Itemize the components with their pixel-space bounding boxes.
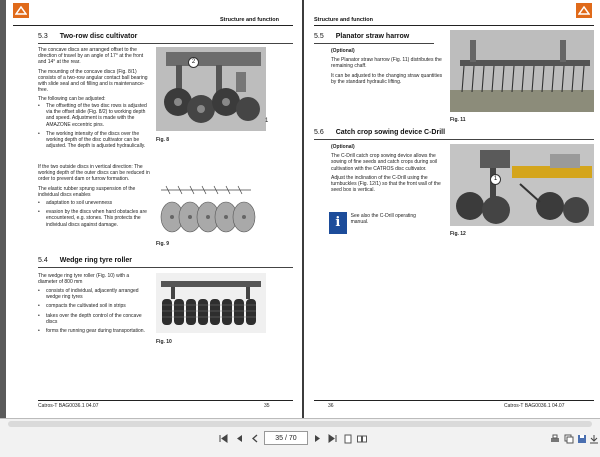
page-number-input[interactable]: 35 / 70 xyxy=(264,431,308,445)
section-number: 5.3 xyxy=(38,33,48,40)
paragraph: The C-Drill catch crop sowing device all… xyxy=(331,153,438,172)
document-page-left: Structure and function 5.3 Two-row disc … xyxy=(6,0,302,418)
section-heading: 5.3 Two-row disc cultivator xyxy=(38,33,137,40)
section-title: Wedge ring tyre roller xyxy=(59,257,132,264)
figure-c-drill: 1 xyxy=(450,144,594,226)
paragraph: It can be adjusted to the changing straw… xyxy=(331,72,443,85)
footer-page-number: 35 xyxy=(264,403,270,409)
section-number: 5.5 xyxy=(314,33,324,40)
figure-caption: Fig. 11 xyxy=(450,117,466,123)
list-item: The offsetting of the two disc rows is a… xyxy=(38,103,150,128)
list-item: compacts the cultivated soil in strips xyxy=(38,303,148,309)
prev-page-icon[interactable] xyxy=(233,432,246,445)
paragraph: The mounting of the concave discs (Fig. … xyxy=(38,68,148,94)
figure-disc-cultivator: 2 xyxy=(156,47,266,131)
download-icon[interactable] xyxy=(587,432,600,445)
section-rule xyxy=(38,43,293,44)
figure-wedge-ring-roller xyxy=(156,273,266,333)
section-heading: 5.4 Wedge ring tyre roller xyxy=(38,257,132,264)
figure-caption: Fig. 12 xyxy=(450,231,466,237)
bullet-list: consists of individual, adjacently arran… xyxy=(38,288,148,337)
info-note: i See also the C-Drill operating manual. xyxy=(329,212,425,236)
list-item: evasion by the discs when hard obstacles… xyxy=(38,209,150,228)
optional-label: (Optional) xyxy=(331,144,355,150)
footer-rule xyxy=(38,400,293,401)
section-heading: 5.5 Planator straw harrow xyxy=(314,33,409,40)
section-title: Catch crop sowing device C-Drill xyxy=(335,129,446,136)
page-header-title: Structure and function xyxy=(314,17,373,23)
paragraph: If the two outside discs in vertical dir… xyxy=(38,164,150,183)
header-rule xyxy=(314,25,594,26)
figure-caption: Fig. 8 xyxy=(156,137,170,143)
body-text: The wedge ring tyre roller (Fig. 10) wit… xyxy=(38,273,148,288)
list-item: forms the running gear during transporta… xyxy=(38,328,148,334)
optional-label: (Optional) xyxy=(331,48,355,54)
body-text: If the two outside discs in vertical dir… xyxy=(38,164,150,201)
paragraph: The elastic rubber sprung suspension of … xyxy=(38,185,136,198)
document-page-right: Structure and function 5.5 Planator stra… xyxy=(304,0,600,418)
horizontal-scrollbar[interactable] xyxy=(8,421,592,427)
print-icon[interactable] xyxy=(548,432,561,445)
section-number: 5.4 xyxy=(38,257,48,264)
figure-caption: Fig. 10 xyxy=(156,339,172,345)
last-page-icon[interactable] xyxy=(326,432,339,445)
paragraph: The following can be adjusted: xyxy=(38,96,106,103)
amazone-logo xyxy=(13,3,29,18)
single-page-icon[interactable] xyxy=(341,432,354,445)
body-text: The concave discs are arranged offset to… xyxy=(38,47,150,106)
page-header-title: Structure and function xyxy=(220,17,279,23)
section-title: Planator straw harrow xyxy=(335,33,410,40)
list-item: consists of individual, adjacently arran… xyxy=(38,288,148,300)
amazone-logo xyxy=(576,3,592,18)
paragraph: The wedge ring tyre roller (Fig. 10) wit… xyxy=(38,273,130,286)
info-icon: i xyxy=(329,212,347,234)
copy-icon[interactable] xyxy=(562,432,575,445)
list-item: adaptation to soil unevenness xyxy=(38,200,150,206)
figure-straw-harrow xyxy=(450,30,594,112)
section-number: 5.6 xyxy=(314,129,324,136)
paragraph: The Planator straw harrow (Fig. 11) dist… xyxy=(331,57,442,70)
next-page-icon[interactable] xyxy=(311,432,324,445)
figure-caption: Fig. 9 xyxy=(156,241,170,247)
list-item: The working intensity of the discs over … xyxy=(38,131,150,150)
footer-page-number: 36 xyxy=(328,403,334,409)
section-rule xyxy=(38,267,293,268)
section-rule xyxy=(314,43,434,44)
footer-rule xyxy=(314,400,594,401)
two-page-icon[interactable] xyxy=(355,432,368,445)
header-rule xyxy=(13,25,293,26)
footer-document-id: Catros-T BAG0036.1 04.07 xyxy=(38,403,99,409)
pdf-viewer: Structure and function 5.3 Two-row disc … xyxy=(0,0,600,457)
section-title: Two-row disc cultivator xyxy=(59,33,138,40)
paragraph: Adjust the inclination of the C-Drill us… xyxy=(331,174,441,194)
figure-callout: 1 xyxy=(265,118,269,124)
bullet-list: adaptation to soil unevenness evasion by… xyxy=(38,200,150,231)
bullet-list: The offsetting of the two disc rows is a… xyxy=(38,103,150,152)
figure-disc-diagram xyxy=(156,182,266,237)
section-rule xyxy=(314,139,594,140)
first-page-icon[interactable] xyxy=(217,432,230,445)
page-up-icon[interactable] xyxy=(249,432,262,445)
section-heading: 5.6 Catch crop sowing device C-Drill xyxy=(314,129,445,136)
body-text: (Optional) The C-Drill catch crop sowing… xyxy=(331,144,443,196)
body-text: (Optional) The Planator straw harrow (Fi… xyxy=(331,48,443,88)
figure-callout: 2 xyxy=(188,57,199,68)
footer-document-id: Catros-T BAG0036.1 04.07 xyxy=(504,403,565,409)
paragraph: The concave discs are arranged offset to… xyxy=(38,47,144,66)
figure-callout: 1 xyxy=(490,174,501,185)
info-note-text: See also the C-Drill operating manual. xyxy=(350,213,416,226)
list-item: takes over the depth control of the conc… xyxy=(38,313,148,325)
